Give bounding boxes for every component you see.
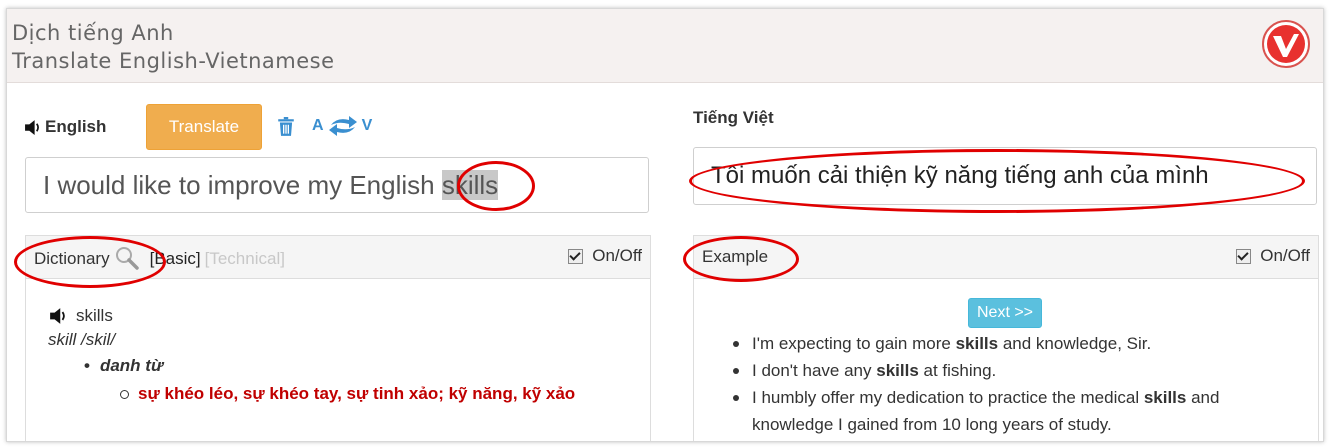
dictionary-header-left: Dictionary [Basic] [Technical]: [34, 247, 285, 271]
example-toggle-label: On/Off: [1260, 246, 1310, 265]
highlighted-word[interactable]: skills: [441, 170, 499, 200]
word-meaning: sự khéo léo, sự khéo tay, sự tinh xảo; k…: [120, 380, 618, 408]
list-item: I don't have any skills at fishing.: [733, 357, 1292, 384]
source-text: I would like to improve my English: [43, 170, 442, 200]
dictionary-panel: Dictionary [Basic] [Technical] On/Off sk…: [25, 235, 651, 441]
speaker-icon[interactable]: [24, 119, 41, 136]
next-button[interactable]: Next >>: [968, 298, 1042, 328]
dictionary-toggle-label: On/Off: [592, 246, 642, 265]
page-header: Dịch tiếng Anh Translate English-Vietnam…: [7, 9, 1323, 83]
translation-output: Tôi muốn cải thiện kỹ năng tiếng anh của…: [693, 147, 1317, 205]
target-language-label: Tiếng Việt: [693, 108, 774, 127]
example-panel-header: Example On/Off: [694, 236, 1318, 279]
dictionary-word-line: skills: [48, 306, 638, 326]
example-toggle-checkbox[interactable]: [1236, 248, 1252, 264]
speaker-icon[interactable]: [48, 307, 68, 325]
page-title-en: Translate English-Vietnamese: [12, 49, 335, 73]
example-text: and knowledge, Sir.: [998, 334, 1152, 353]
dictionary-toggle[interactable]: On/Off: [568, 246, 642, 266]
example-text: I humbly offer my dedication to practice…: [752, 388, 1144, 407]
source-language: English: [24, 117, 106, 137]
source-language-label: English: [45, 117, 107, 136]
example-text: I don't have any: [752, 361, 877, 380]
example-toggle[interactable]: On/Off: [1236, 246, 1310, 266]
page-title-vi: Dịch tiếng Anh: [12, 21, 174, 45]
dictionary-word: skills: [76, 306, 113, 325]
swap-language-button[interactable]: A V: [312, 115, 372, 137]
dictionary-content: skills skill /skil/ danh từ sự khéo léo,…: [48, 306, 638, 408]
example-text: I'm expecting to gain more: [752, 334, 956, 353]
swap-arrows-icon: [328, 116, 357, 136]
example-keyword: skills: [876, 361, 919, 380]
list-item: I'm expecting to gain more skills and kn…: [733, 330, 1292, 357]
dictionary-title: Dictionary: [34, 249, 110, 268]
source-text-input[interactable]: I would like to improve my English skill…: [25, 157, 649, 213]
app-window: Dịch tiếng Anh Translate English-Vietnam…: [6, 8, 1324, 442]
mode-technical-link[interactable]: [Technical]: [205, 249, 285, 269]
part-of-speech: danh từ: [84, 356, 638, 376]
magnifier-icon[interactable]: [114, 245, 140, 271]
pronunciation: skill /skil/: [48, 330, 116, 349]
mode-basic-link[interactable]: [Basic]: [150, 249, 201, 269]
example-title: Example: [702, 247, 769, 266]
example-panel: Example On/Off Next >> I'm expecting to …: [693, 235, 1319, 441]
v-logo-icon[interactable]: [1261, 19, 1311, 69]
swap-from-label: A: [312, 117, 324, 134]
list-item: I humbly offer my dedication to practice…: [733, 384, 1292, 438]
dictionary-toggle-checkbox[interactable]: [568, 248, 584, 264]
example-list: I'm expecting to gain more skills and kn…: [733, 330, 1292, 438]
trash-icon[interactable]: [277, 117, 295, 137]
translate-button[interactable]: Translate: [146, 104, 262, 150]
example-keyword: skills: [955, 334, 999, 353]
example-text: at fishing.: [918, 361, 997, 380]
dictionary-panel-header: Dictionary [Basic] [Technical] On/Off: [26, 236, 650, 279]
swap-to-label: V: [361, 117, 373, 134]
example-keyword: skills: [1143, 388, 1187, 407]
